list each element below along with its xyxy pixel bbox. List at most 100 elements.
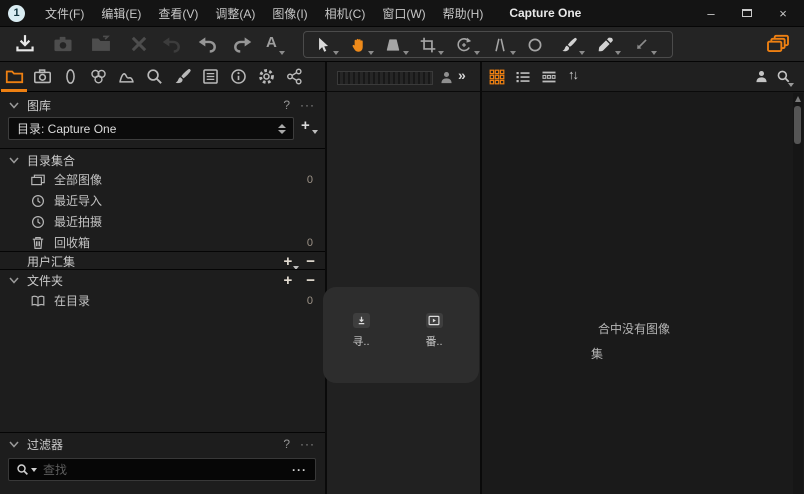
library-more-button[interactable]: ··· xyxy=(300,98,315,112)
row-label: 全部图像 xyxy=(54,173,103,187)
browser-area: ↑↓ 合中没有图像 集 xyxy=(482,62,804,494)
draw-mask-tool[interactable] xyxy=(560,36,578,54)
chevron-down-icon[interactable] xyxy=(9,441,19,448)
main-toolbar: A xyxy=(0,27,804,62)
browser-search-icon[interactable] xyxy=(776,69,794,87)
library-title: 图库 xyxy=(27,98,52,113)
tab-info[interactable] xyxy=(224,62,252,92)
annotations-button[interactable]: A xyxy=(266,34,277,51)
chevron-down-icon[interactable] xyxy=(9,102,19,109)
minimize-button[interactable]: – xyxy=(700,4,722,22)
browser-scrollbar[interactable] xyxy=(793,93,803,494)
apply-adjustments-tool[interactable] xyxy=(632,36,650,54)
maximize-button[interactable] xyxy=(736,4,758,22)
rotate-tool[interactable] xyxy=(455,36,473,54)
menu-camera[interactable]: 相机(C) xyxy=(325,5,366,22)
open-session-button[interactable] xyxy=(90,33,112,55)
maximize-icon xyxy=(742,9,752,17)
loupe-tool[interactable] xyxy=(384,36,402,54)
user-icon[interactable] xyxy=(754,69,769,84)
undo-button[interactable] xyxy=(196,33,218,55)
row-label: 回收箱 xyxy=(54,236,91,250)
tab-exposure[interactable] xyxy=(112,62,140,92)
tab-lens[interactable] xyxy=(56,62,84,92)
menu-image[interactable]: 图像(I) xyxy=(272,5,307,22)
menu-file[interactable]: 文件(F) xyxy=(45,5,84,22)
delete-button[interactable] xyxy=(128,33,150,55)
library-help-button[interactable]: ? xyxy=(283,98,290,112)
undo-alt-button[interactable] xyxy=(160,33,182,55)
filters-more-button[interactable]: ··· xyxy=(300,437,315,451)
library-header: 图库 ? ··· xyxy=(0,96,325,114)
remove-collection-button[interactable]: − xyxy=(306,254,315,269)
filters-header: 过滤器 ? ··· xyxy=(0,435,325,453)
folder-icon xyxy=(5,70,23,84)
gear-icon xyxy=(258,69,274,84)
browser-header: ↑↓ xyxy=(482,62,804,92)
keystone-tool[interactable] xyxy=(491,36,509,54)
collection-row-all-images[interactable]: 全部图像 0 xyxy=(0,169,325,190)
collection-row-recent-captures[interactable]: 最近拍摄 xyxy=(0,211,325,232)
list-box-icon xyxy=(202,69,218,84)
scroll-up-icon[interactable] xyxy=(795,96,801,102)
magnifier-icon xyxy=(146,69,162,84)
import-button[interactable] xyxy=(14,33,36,55)
menu-adjustments[interactable]: 调整(A) xyxy=(215,5,255,22)
list-view-button[interactable] xyxy=(515,69,531,85)
redo-button[interactable] xyxy=(232,33,254,55)
catalog-collections-header[interactable]: 目录集合 xyxy=(0,151,325,169)
import-quick-button[interactable]: 寻.. xyxy=(339,313,383,349)
open-book-icon xyxy=(31,295,45,307)
tab-color[interactable] xyxy=(84,62,112,92)
chevron-down-icon xyxy=(9,157,19,164)
app-logo-icon[interactable]: 1 xyxy=(8,4,25,22)
search-options-button[interactable]: ··· xyxy=(292,463,307,477)
search-input[interactable] xyxy=(41,461,292,478)
play-quick-label: 番.. xyxy=(425,336,443,348)
menu-view[interactable]: 查看(V) xyxy=(158,5,198,22)
filmstrip-view-button[interactable] xyxy=(541,69,557,85)
play-quick-button[interactable]: 番.. xyxy=(412,313,456,349)
folder-row-in-catalog[interactable]: 在目录 0 xyxy=(0,290,325,311)
grid-view-button[interactable] xyxy=(489,69,505,85)
tab-adjustments[interactable] xyxy=(168,62,196,92)
tab-details[interactable] xyxy=(140,62,168,92)
crop-tool[interactable] xyxy=(419,36,437,54)
lens-icon xyxy=(65,69,75,84)
pan-tool[interactable] xyxy=(349,36,367,54)
add-collection-button[interactable]: + xyxy=(283,254,300,270)
pick-color-tool[interactable] xyxy=(596,36,614,54)
thumbnail-size-slider[interactable] xyxy=(337,71,433,85)
collapse-toolbar-button[interactable]: » xyxy=(458,67,466,83)
close-button[interactable]: × xyxy=(772,4,794,22)
browser-toggle-icon[interactable] xyxy=(766,34,790,55)
capture-button[interactable] xyxy=(52,33,74,55)
remove-folder-button[interactable]: − xyxy=(306,273,315,288)
trash-icon xyxy=(32,236,44,249)
tab-metadata[interactable] xyxy=(196,62,224,92)
user-filter-icon[interactable] xyxy=(439,70,454,85)
tab-workflow[interactable] xyxy=(280,62,308,92)
collection-row-recent-imports[interactable]: 最近导入 xyxy=(0,190,325,211)
catalog-selector[interactable]: 目录: Capture One xyxy=(8,117,294,140)
stepper-icon[interactable] xyxy=(278,123,286,134)
search-icon[interactable] xyxy=(16,463,37,476)
add-folder-button[interactable]: + xyxy=(283,273,292,288)
tab-settings[interactable] xyxy=(252,62,280,92)
filters-help-button[interactable]: ? xyxy=(283,437,290,451)
menu-window[interactable]: 窗口(W) xyxy=(382,5,425,22)
scrollbar-thumb[interactable] xyxy=(794,106,801,144)
add-catalog-caret-icon xyxy=(312,130,318,134)
tab-library[interactable] xyxy=(0,62,28,92)
window-controls: – × xyxy=(700,4,794,22)
sort-button[interactable]: ↑↓ xyxy=(568,67,579,82)
collection-row-trash[interactable]: 回收箱 0 xyxy=(0,232,325,253)
tab-capture[interactable] xyxy=(28,62,56,92)
spot-tool[interactable] xyxy=(526,36,544,54)
row-label: 最近导入 xyxy=(54,194,103,208)
add-catalog-button[interactable]: + xyxy=(301,117,318,134)
menu-help[interactable]: 帮助(H) xyxy=(443,5,484,22)
select-tool[interactable] xyxy=(314,36,332,54)
folders-header[interactable]: 文件夹 + − xyxy=(0,271,325,289)
menu-edit[interactable]: 编辑(E) xyxy=(101,5,141,22)
